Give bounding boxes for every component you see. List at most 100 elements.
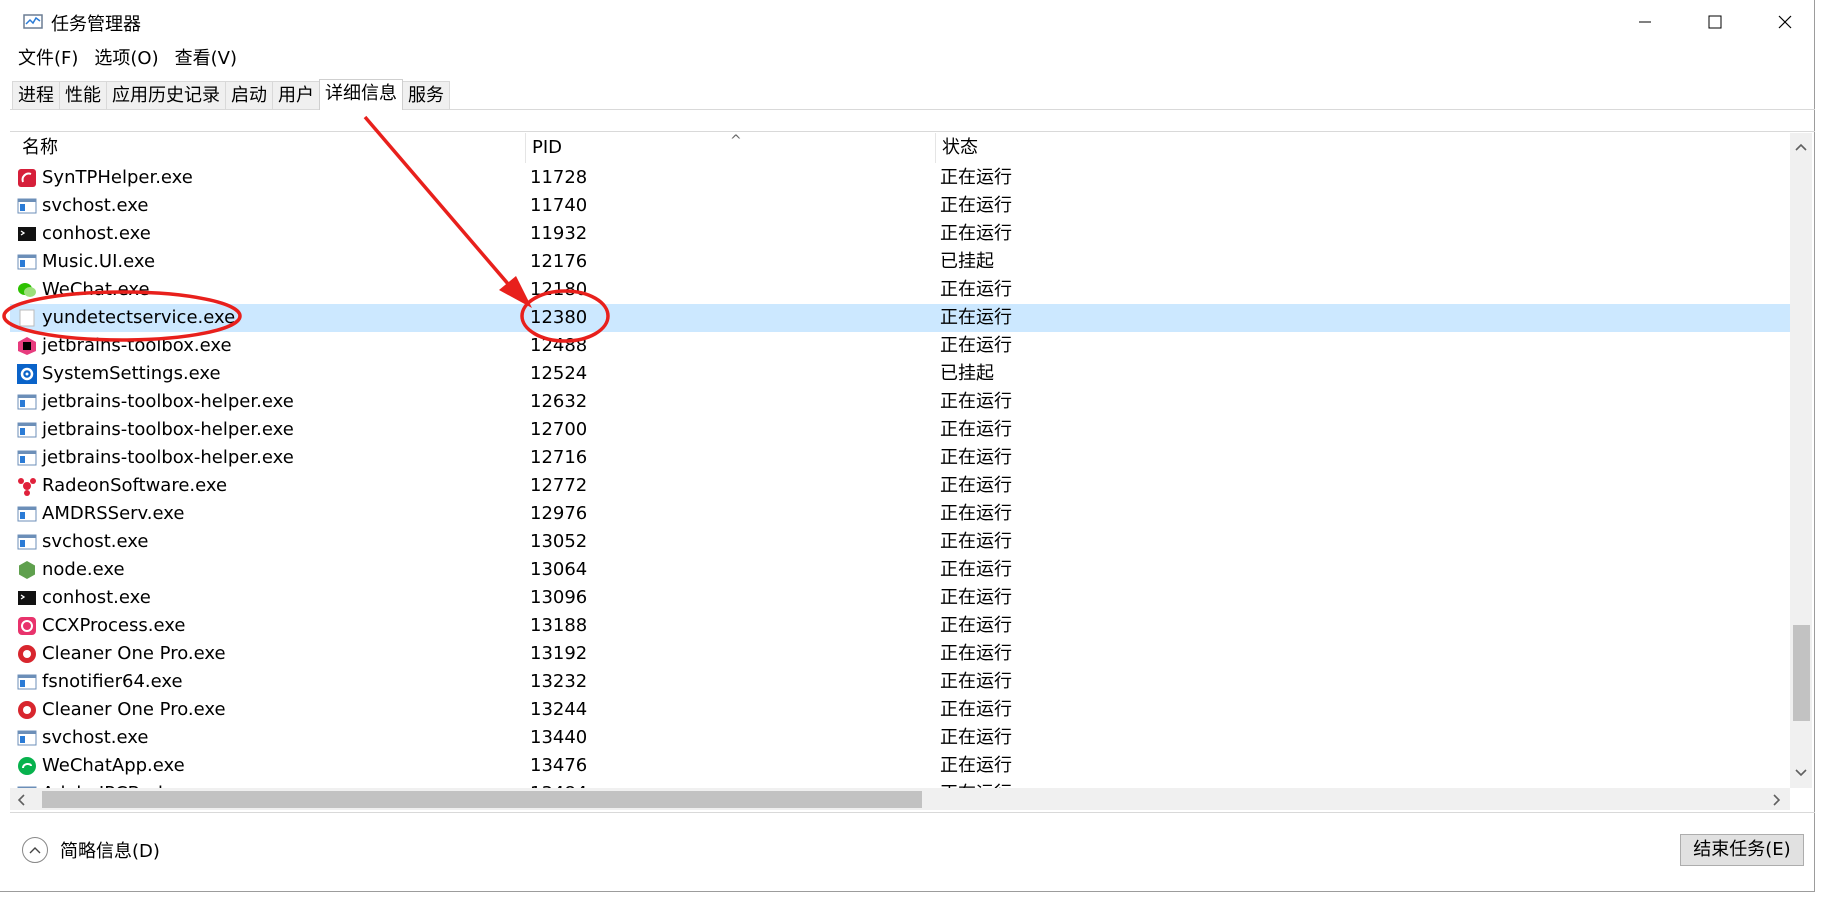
cell-status: 正在运行 <box>940 223 1012 244</box>
footer-divider <box>10 812 1815 813</box>
table-row[interactable]: svchost.exe 13440 正在运行 <box>10 724 1790 752</box>
scroll-right-icon[interactable] <box>1772 792 1782 811</box>
cell-status: 正在运行 <box>940 643 1012 664</box>
table-row[interactable]: Cleaner One Pro.exe 13192 正在运行 <box>10 640 1790 668</box>
menu-bar: 文件(F) 选项(O) 查看(V) <box>10 46 245 74</box>
table-row[interactable]: RadeonSoftware.exe 12772 正在运行 <box>10 472 1790 500</box>
cell-process-name: svchost.exe <box>42 531 149 552</box>
sort-ascending-icon: ^ <box>730 133 742 149</box>
column-header-status[interactable]: 状态 <box>942 133 978 163</box>
table-row-selected[interactable]: yundetectservice.exe 12380 正在运行 <box>10 304 1790 332</box>
cell-status: 正在运行 <box>940 447 1012 468</box>
cell-pid: 13064 <box>530 559 588 580</box>
cell-process-name: Cleaner One Pro.exe <box>42 699 226 720</box>
process-list: 名称 PID ^ 状态 SynTPHelper.exe 11728 正在运行 svch… <box>10 133 1790 788</box>
table-row[interactable]: svchost.exe 11740 正在运行 <box>10 192 1790 220</box>
cleaner-icon <box>17 700 37 720</box>
table-row[interactable]: node.exe 13064 正在运行 <box>10 556 1790 584</box>
table-row[interactable]: jetbrains-toolbox-helper.exe 12632 正在运行 <box>10 388 1790 416</box>
tab-strip: 进程 性能 应用历史记录 启动 用户 详细信息 服务 <box>12 79 450 110</box>
cell-pid: 13484 <box>530 780 587 788</box>
menu-options[interactable]: 选项(O) <box>86 46 166 74</box>
cell-status: 正在运行 <box>940 699 1012 720</box>
tab-performance[interactable]: 性能 <box>59 81 107 110</box>
fewer-details-label: 简略信息(D) <box>60 841 160 862</box>
task-manager-window: 任务管理器 文件(F) 选项(O) 查看(V) 进程 性能 应用历史记录 启动 … <box>0 0 1815 892</box>
scroll-down-icon[interactable] <box>1794 763 1808 782</box>
table-row[interactable]: WeChat.exe 12180 正在运行 <box>10 276 1790 304</box>
cell-status: 已挂起 <box>940 251 994 272</box>
menu-view[interactable]: 查看(V) <box>167 46 245 74</box>
scroll-up-icon[interactable] <box>1794 137 1808 156</box>
cleaner-icon <box>17 644 37 664</box>
table-row[interactable]: jetbrains-toolbox-helper.exe 12716 正在运行 <box>10 444 1790 472</box>
table-row[interactable]: AMDRSServ.exe 12976 正在运行 <box>10 500 1790 528</box>
scroll-left-icon[interactable] <box>16 792 26 811</box>
table-row[interactable]: conhost.exe 11932 正在运行 <box>10 220 1790 248</box>
table-row[interactable]: jetbrains-toolbox.exe 12488 正在运行 <box>10 332 1790 360</box>
maximize-button[interactable] <box>1680 0 1750 44</box>
table-row[interactable]: svchost.exe 13052 正在运行 <box>10 528 1790 556</box>
tab-details[interactable]: 详细信息 <box>319 79 403 110</box>
tab-services[interactable]: 服务 <box>402 81 450 110</box>
cell-pid: 12700 <box>530 419 588 440</box>
cell-process-name: jetbrains-toolbox.exe <box>42 335 232 356</box>
cell-process-name: yundetectservice.exe <box>42 307 236 328</box>
vertical-scroll-thumb[interactable] <box>1793 625 1810 721</box>
cell-process-name: svchost.exe <box>42 195 149 216</box>
table-row[interactable]: conhost.exe 13096 正在运行 <box>10 584 1790 612</box>
table-row[interactable]: WeChatApp.exe 13476 正在运行 <box>10 752 1790 780</box>
cell-process-name: RadeonSoftware.exe <box>42 475 228 496</box>
column-resize-handle[interactable] <box>935 133 936 163</box>
cell-status: 正在运行 <box>940 727 1012 748</box>
menu-file[interactable]: 文件(F) <box>10 46 86 74</box>
cell-status: 正在运行 <box>940 587 1012 608</box>
column-header-name[interactable]: 名称 <box>22 133 58 163</box>
cell-status: 正在运行 <box>940 559 1012 580</box>
cell-status: 正在运行 <box>940 419 1012 440</box>
table-row[interactable]: Cleaner One Pro.exe 13244 正在运行 <box>10 696 1790 724</box>
tab-startup[interactable]: 启动 <box>225 81 273 110</box>
window-title: 任务管理器 <box>51 14 141 35</box>
fewer-details-button[interactable]: 简略信息(D) <box>22 837 160 863</box>
column-resize-handle[interactable] <box>525 133 526 163</box>
cell-pid: 13232 <box>530 671 588 692</box>
generic-exe-icon <box>17 420 37 440</box>
cell-process-name: AdobeIPCBroker.exe <box>42 780 222 788</box>
cell-pid: 12488 <box>530 335 588 356</box>
vertical-scrollbar[interactable] <box>1790 133 1812 788</box>
cell-pid: 13440 <box>530 727 588 748</box>
synaptics-icon <box>17 168 37 188</box>
tab-app-history[interactable]: 应用历史记录 <box>106 81 226 110</box>
jetbrains-icon <box>17 336 37 356</box>
table-row[interactable]: SynTPHelper.exe 11728 正在运行 <box>10 164 1790 192</box>
cell-process-name: jetbrains-toolbox-helper.exe <box>42 447 294 468</box>
process-rows: SynTPHelper.exe 11728 正在运行 svchost.exe 11740… <box>10 164 1790 788</box>
cell-status: 正在运行 <box>940 195 1012 216</box>
horizontal-scrollbar[interactable] <box>10 788 1790 810</box>
cell-pid: 13188 <box>530 615 588 636</box>
table-row[interactable]: CCXProcess.exe 13188 正在运行 <box>10 612 1790 640</box>
tab-users[interactable]: 用户 <box>272 81 320 110</box>
table-row[interactable]: AdobeIPCBroker.exe 13484 正在运行 <box>10 780 1790 788</box>
cell-pid: 12176 <box>530 251 588 272</box>
cell-process-name: SynTPHelper.exe <box>42 167 193 188</box>
tab-processes[interactable]: 进程 <box>12 81 60 110</box>
end-task-button[interactable]: 结束任务(E) <box>1680 834 1804 866</box>
cell-process-name: Cleaner One Pro.exe <box>42 643 226 664</box>
column-header-pid[interactable]: PID <box>532 133 562 163</box>
close-button[interactable] <box>1750 0 1820 44</box>
minimize-button[interactable] <box>1610 0 1680 44</box>
title-bar: 任务管理器 <box>0 0 1815 44</box>
table-row[interactable]: jetbrains-toolbox-helper.exe 12700 正在运行 <box>10 416 1790 444</box>
cell-status: 正在运行 <box>940 307 1012 328</box>
generic-exe-icon <box>17 392 37 412</box>
chevron-up-icon <box>22 837 48 863</box>
table-row[interactable]: Music.UI.exe 12176 已挂起 <box>10 248 1790 276</box>
table-row[interactable]: fsnotifier64.exe 13232 正在运行 <box>10 668 1790 696</box>
table-row[interactable]: SystemSettings.exe 12524 已挂起 <box>10 360 1790 388</box>
cell-process-name: node.exe <box>42 559 125 580</box>
horizontal-scroll-thumb[interactable] <box>42 791 922 808</box>
cell-process-name: WeChatApp.exe <box>42 755 185 776</box>
cell-process-name: jetbrains-toolbox-helper.exe <box>42 419 294 440</box>
